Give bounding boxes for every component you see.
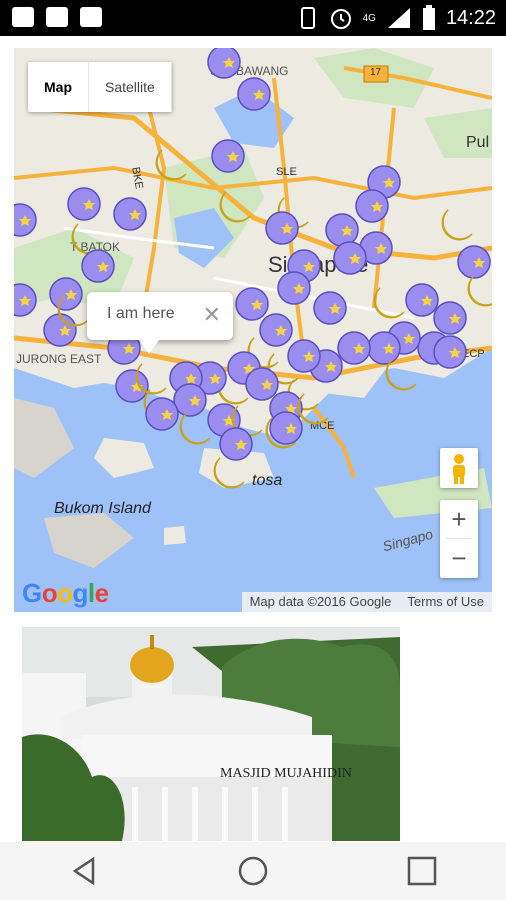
marker[interactable] (155, 149, 187, 181)
status-bar: 4G 14:22 (0, 0, 506, 36)
signal-icon (387, 8, 410, 28)
system-icons: 4G 14:22 (297, 5, 496, 31)
notification-icons (12, 7, 102, 27)
marker[interactable] (213, 457, 245, 489)
marker[interactable] (179, 413, 211, 445)
zoom-control: + − (440, 500, 478, 578)
map-data-text: Map data ©2016 Google (249, 594, 392, 609)
marker[interactable] (333, 241, 367, 275)
gallery-icon (46, 7, 68, 27)
marker[interactable] (265, 211, 299, 245)
marker[interactable] (405, 283, 439, 317)
street-view-pegman[interactable] (440, 448, 478, 488)
marker[interactable] (441, 209, 473, 241)
marker[interactable] (237, 77, 271, 111)
logo-letter: g (72, 578, 89, 608)
recents-button[interactable] (402, 851, 442, 891)
clock: 14:22 (445, 6, 496, 29)
marker[interactable] (81, 249, 115, 283)
marker[interactable] (219, 191, 251, 223)
marker[interactable] (115, 369, 149, 403)
battery-icon (422, 5, 435, 30)
marker[interactable] (235, 287, 269, 321)
marker[interactable] (173, 383, 207, 417)
marker[interactable] (373, 287, 405, 319)
mosque-photo[interactable]: MASJID MUJAHIDIN (22, 627, 400, 841)
zoom-out-button[interactable]: − (440, 539, 478, 577)
terms-of-use-link[interactable]: Terms of Use (399, 592, 492, 612)
marker[interactable] (367, 331, 401, 365)
recents-icon (407, 856, 436, 886)
info-window-text: I am here (107, 305, 175, 322)
google-logo: Google (22, 578, 109, 609)
marker[interactable] (14, 203, 37, 237)
map-view[interactable]: Singapore Bukom Island tosa JURONG EAST … (14, 48, 492, 612)
info-window: I am here ✕ (87, 292, 233, 354)
marker[interactable] (385, 359, 417, 391)
marker[interactable] (211, 139, 245, 173)
marker[interactable] (71, 223, 103, 255)
zoom-in-button[interactable]: + (440, 500, 478, 538)
pegman-icon (453, 454, 465, 484)
tab-satellite[interactable]: Satellite (89, 62, 172, 112)
marker[interactable] (14, 283, 37, 317)
sign-text: MASJID MUJAHIDIN (220, 766, 352, 781)
home-button[interactable] (233, 851, 273, 891)
navigation-bar (0, 842, 506, 900)
logo-letter: l (87, 578, 95, 608)
marker[interactable] (325, 213, 359, 247)
marker[interactable] (313, 291, 347, 325)
marker[interactable] (269, 411, 303, 445)
map-attribution: Map data ©2016 Google Terms of Use (241, 592, 492, 612)
marker[interactable] (433, 301, 467, 335)
marker[interactable] (287, 339, 321, 373)
mosque-markers (14, 48, 492, 489)
logo-letter: o (41, 578, 58, 608)
back-icon (73, 856, 95, 886)
logo-letter: e (94, 578, 109, 608)
marker[interactable] (43, 313, 77, 347)
mosque-image: MASJID MUJAHIDIN (22, 627, 400, 841)
marker[interactable] (355, 189, 389, 223)
marker[interactable] (207, 48, 241, 79)
marker[interactable] (457, 245, 491, 279)
marker[interactable] (337, 331, 371, 365)
marker[interactable] (67, 187, 101, 221)
marker[interactable] (245, 367, 279, 401)
marker[interactable] (277, 271, 311, 305)
close-icon[interactable]: ✕ (203, 302, 221, 328)
marker[interactable] (433, 335, 467, 369)
logo-letter: o (57, 578, 73, 608)
marker[interactable] (49, 277, 83, 311)
marker[interactable] (113, 197, 147, 231)
tab-map[interactable]: Map (28, 62, 89, 112)
back-button[interactable] (64, 851, 104, 891)
briefcase-icon (80, 7, 102, 27)
logo-letter: G (22, 578, 42, 608)
marker[interactable] (219, 427, 253, 461)
alarm-icon (330, 9, 351, 29)
home-icon (238, 856, 268, 886)
marker[interactable] (259, 313, 293, 347)
map-type-control: Map Satellite (28, 62, 172, 112)
vibrate-icon (300, 7, 315, 29)
network-type: 4G (362, 12, 376, 24)
gmail-icon (12, 7, 34, 27)
marker[interactable] (145, 397, 179, 431)
marker[interactable] (467, 275, 492, 307)
